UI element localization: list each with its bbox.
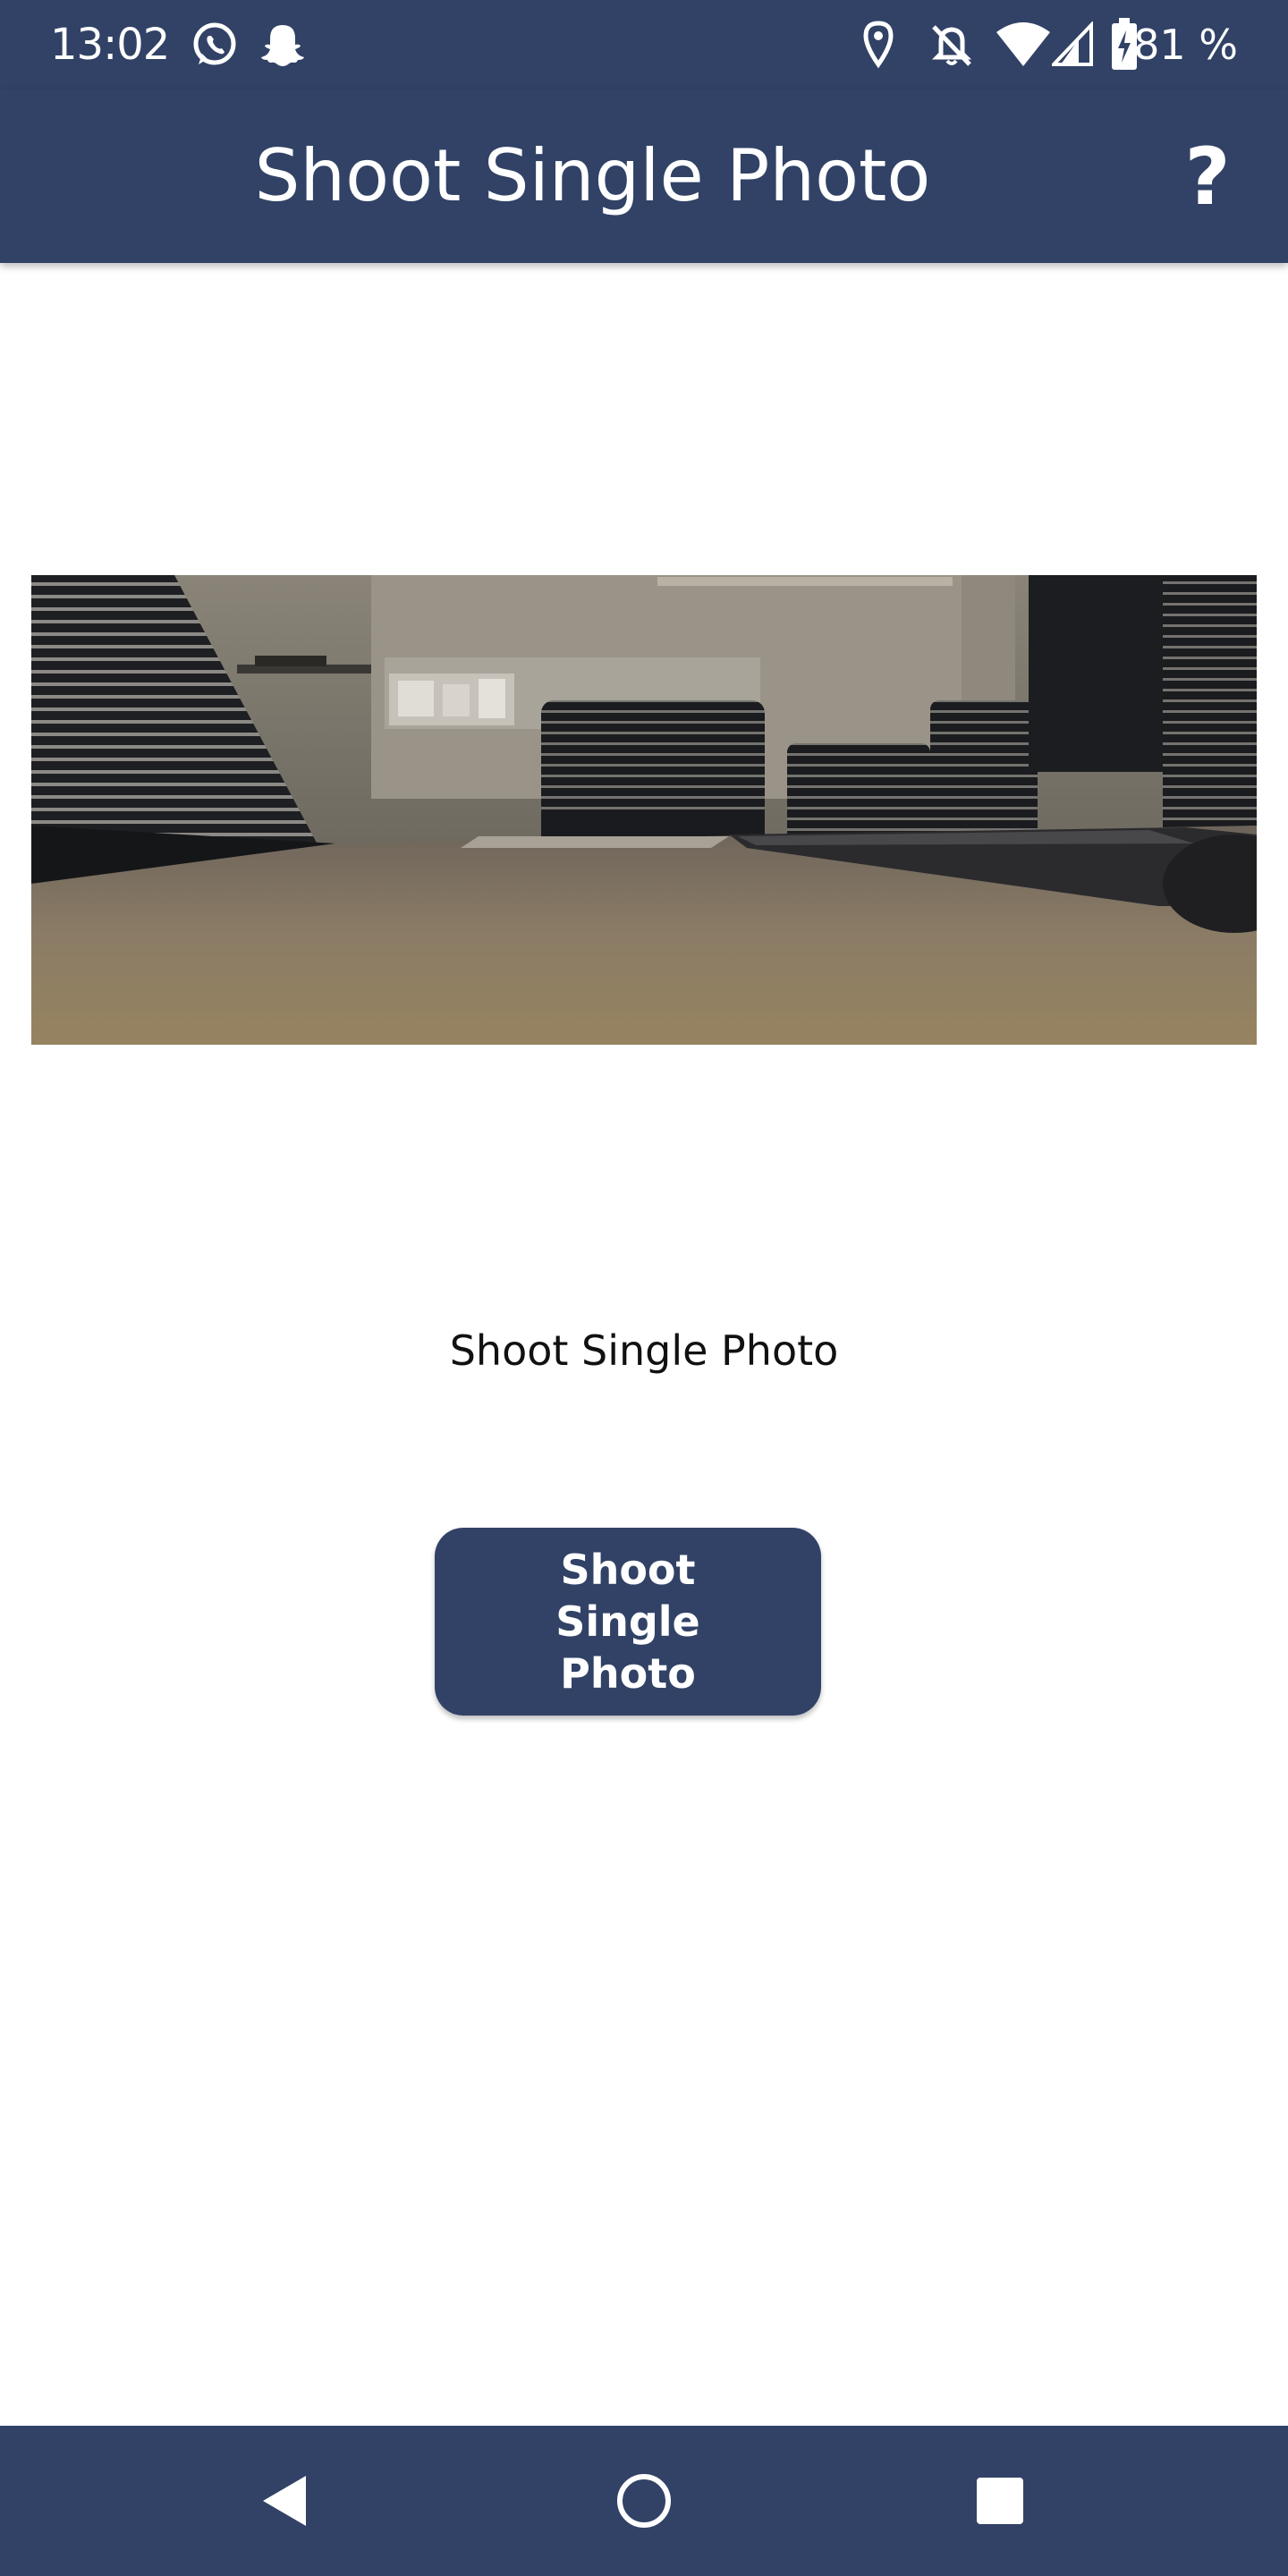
notifications-off-icon bbox=[927, 20, 977, 74]
wifi-icon bbox=[995, 21, 1052, 72]
home-icon[interactable] bbox=[599, 2456, 689, 2546]
snapchat-icon bbox=[258, 20, 308, 74]
recents-icon[interactable] bbox=[955, 2456, 1045, 2546]
status-label: Shoot Single Photo bbox=[449, 1326, 839, 1375]
cellular-signal-icon bbox=[1049, 21, 1095, 72]
help-button[interactable]: ? bbox=[1163, 130, 1252, 223]
screen: 13:02 81 % Shoot Single Photo ? Shoot Si… bbox=[0, 0, 1288, 2576]
battery-percent: 81 % bbox=[1133, 21, 1238, 69]
back-icon[interactable] bbox=[242, 2456, 331, 2546]
office-scene-image bbox=[31, 575, 1257, 1045]
shoot-single-photo-button[interactable]: Shoot Single Photo bbox=[435, 1528, 821, 1716]
navigation-bar bbox=[0, 2426, 1288, 2576]
whatsapp-icon bbox=[190, 20, 240, 74]
help-icon: ? bbox=[1184, 130, 1231, 223]
status-bar: 13:02 81 % bbox=[0, 0, 1288, 89]
status-time: 13:02 bbox=[50, 20, 170, 70]
location-icon bbox=[857, 20, 900, 74]
photo-preview bbox=[31, 575, 1257, 1045]
shoot-button-label: Shoot Single Photo bbox=[555, 1546, 700, 1698]
app-bar: Shoot Single Photo ? bbox=[0, 89, 1288, 263]
page-title: Shoot Single Photo bbox=[254, 134, 931, 217]
